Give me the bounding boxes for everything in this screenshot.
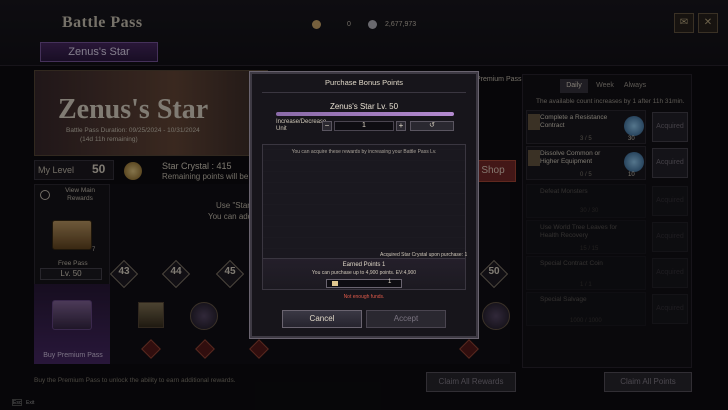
star-level: Zenus's Star Lv. 50 — [329, 102, 399, 111]
cancel-button[interactable]: Cancel — [282, 310, 362, 328]
inc-dec-label: Increase/Decrease Unit — [276, 119, 327, 132]
earned-points-value: 1 — [388, 279, 392, 285]
plus-icon[interactable]: + — [396, 121, 406, 131]
minus-icon[interactable]: − — [322, 121, 332, 131]
quantity-field[interactable]: 1 — [334, 121, 394, 131]
reset-button[interactable]: ↺ — [410, 121, 454, 131]
reward-list — [262, 144, 466, 260]
purchase-limit-note: You can purchase up to 4,900 points. EV:… — [311, 270, 417, 276]
divider — [262, 92, 466, 93]
reward-note: You can acquire these rewards by increas… — [291, 149, 437, 155]
star-level-bar — [276, 112, 454, 116]
modal-title: Purchase Bonus Points — [325, 78, 403, 87]
accept-button[interactable]: Accept — [366, 310, 446, 328]
earned-points-label: Earned Points 1 — [342, 262, 386, 268]
point-icon — [332, 281, 338, 286]
warning-text: Not enough funds. — [343, 294, 385, 300]
